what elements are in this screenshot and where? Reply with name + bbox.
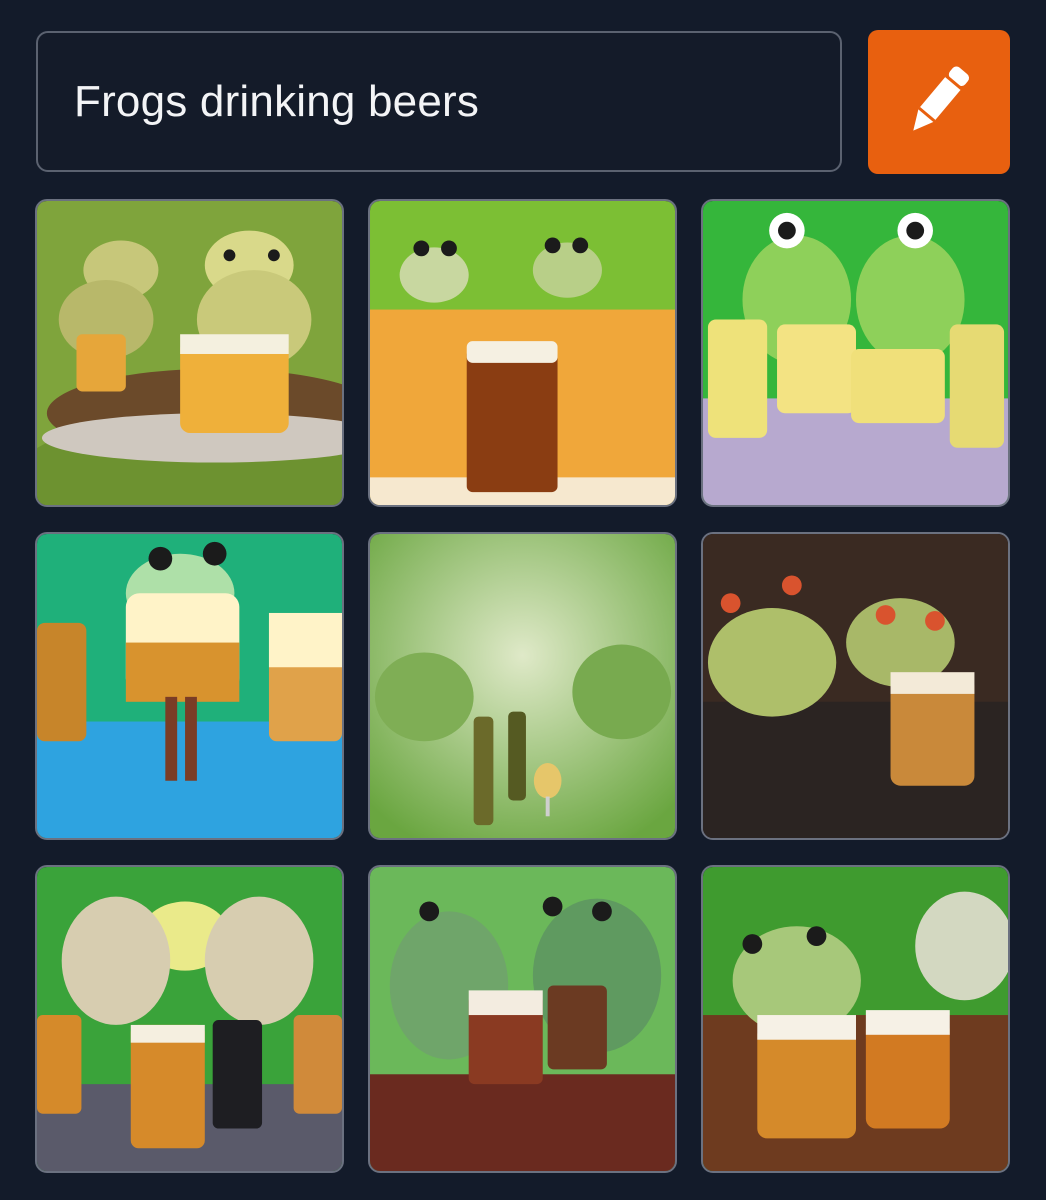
generated-image-1[interactable] [35,199,344,507]
generated-image-7[interactable] [35,865,344,1173]
generated-image-6[interactable] [701,532,1010,840]
generated-image-9[interactable] [701,865,1010,1173]
edit-prompt-button[interactable] [868,30,1010,174]
generated-image-2[interactable] [368,199,677,507]
generated-image-3[interactable] [701,199,1010,507]
generated-image-4[interactable] [35,532,344,840]
prompt-input[interactable]: Frogs drinking beers [36,31,842,172]
prompt-text: Frogs drinking beers [74,76,480,126]
generated-image-8[interactable] [368,865,677,1173]
pencil-icon [899,56,979,149]
generated-image-5[interactable] [368,532,677,840]
